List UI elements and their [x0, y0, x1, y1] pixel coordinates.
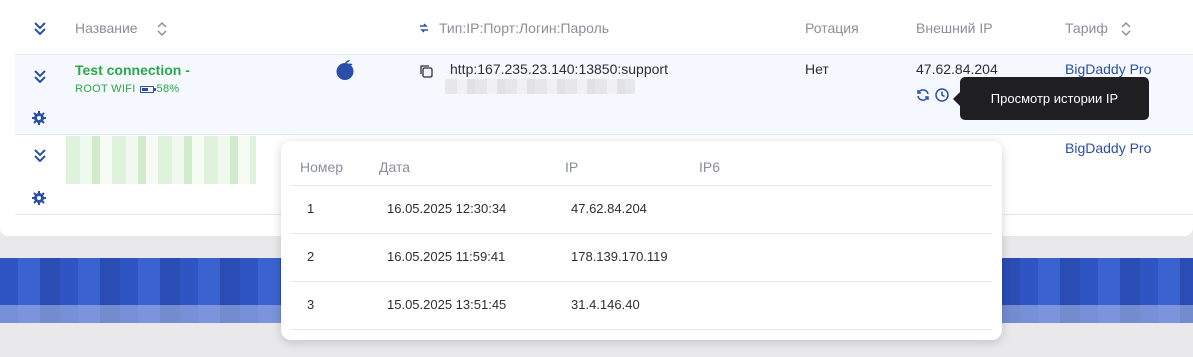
rotation-value: Нет	[805, 61, 829, 77]
header-tariff[interactable]: Тариф	[1065, 20, 1108, 36]
battery-icon	[139, 85, 156, 93]
redacted-name	[66, 136, 256, 184]
expand-icon[interactable]	[33, 69, 47, 83]
history-ip: 178.139.170.119	[571, 249, 668, 264]
history-header-ip6: IP6	[699, 159, 721, 175]
header-external-ip: Внешний IP	[916, 20, 993, 36]
battery-level: 58%	[156, 83, 180, 95]
history-icon[interactable]	[934, 87, 950, 103]
history-header-num: Номер	[300, 159, 344, 175]
collapse-all-icon[interactable]	[33, 21, 47, 35]
history-date: 16.05.2025 12:30:34	[387, 201, 507, 216]
header-type: Тип:IP:Порт:Логин:Пароль	[439, 20, 610, 36]
divider	[291, 281, 992, 282]
tariff-link[interactable]: BigDaddy Pro	[1065, 61, 1151, 77]
history-num: 2	[307, 249, 315, 264]
apple-icon	[336, 60, 354, 80]
history-ip: 47.62.84.204	[571, 201, 647, 216]
sort-name-icon[interactable]	[156, 20, 168, 38]
divider	[291, 185, 992, 186]
history-ip: 31.4.146.40	[571, 297, 640, 312]
sort-tariff-icon[interactable]	[1120, 20, 1132, 38]
tooltip: Просмотр истории IP	[953, 77, 1149, 120]
proxy-string[interactable]: http:167.235.23.140:13850:support	[450, 61, 668, 77]
divider	[291, 233, 992, 234]
history-num: 3	[307, 297, 315, 312]
history-date: 15.05.2025 13:51:45	[387, 297, 507, 312]
header-rotation: Ротация	[805, 20, 859, 36]
expand-icon[interactable]	[33, 148, 47, 162]
header-name[interactable]: Название	[75, 20, 138, 36]
arrows-icon	[420, 23, 428, 33]
connection-type: ROOT WIFI	[75, 83, 136, 95]
history-header-ip: IP	[565, 159, 579, 175]
connection-status: ROOT WIFI 58%	[75, 83, 179, 95]
tariff-link[interactable]: BigDaddy Pro	[1065, 140, 1151, 156]
external-ip-value: 47.62.84.204	[916, 61, 998, 77]
history-header-date: Дата	[379, 159, 411, 175]
history-date: 16.05.2025 11:59:41	[387, 249, 506, 264]
history-num: 1	[307, 201, 315, 216]
gear-icon[interactable]	[32, 111, 46, 125]
redacted-text	[445, 79, 635, 94]
copy-icon[interactable]	[418, 63, 434, 79]
refresh-icon[interactable]	[916, 88, 930, 102]
connection-name[interactable]: Test connection -	[75, 62, 190, 78]
gear-icon[interactable]	[32, 191, 46, 205]
ip-history-popup: Номер Дата IP IP6 1 16.05.2025 12:30:34 …	[281, 141, 1002, 340]
divider	[291, 329, 992, 330]
